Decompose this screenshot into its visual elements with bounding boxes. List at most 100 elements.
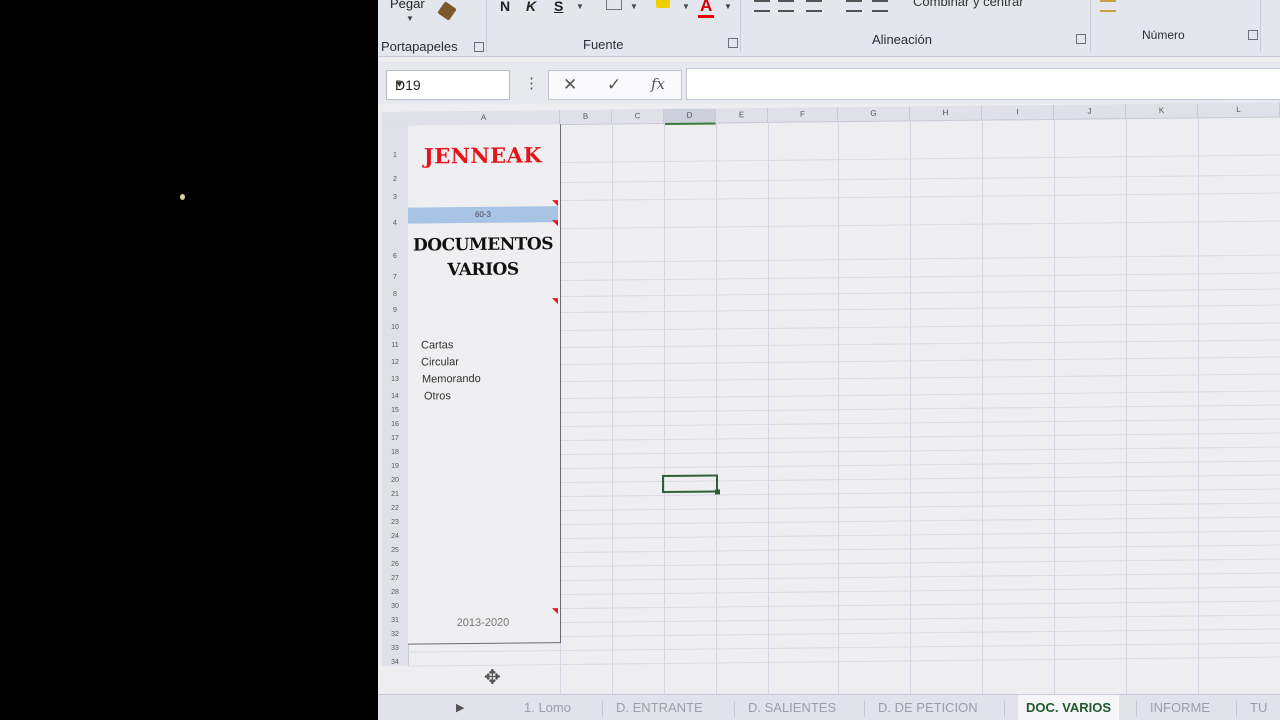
row-header-16[interactable]: 16 <box>382 413 409 428</box>
decrease-indent-icon[interactable] <box>846 0 862 12</box>
column-header-b[interactable]: B <box>560 109 612 126</box>
row-header-33[interactable]: 33 <box>382 637 409 652</box>
format-painter-icon[interactable] <box>437 1 457 21</box>
excel-window: Pegar ▼ N K S ▼ ▼ ▼ A ▼ Combinar y centr… <box>378 0 1280 720</box>
row-header-13[interactable]: 13 <box>382 365 409 383</box>
bold-button[interactable]: N <box>500 0 510 14</box>
row-header-6[interactable]: 6 <box>382 229 409 264</box>
row-header-8[interactable]: 8 <box>382 281 409 298</box>
align-center-icon[interactable] <box>778 0 794 12</box>
borders-dropdown-icon[interactable]: ▼ <box>630 2 638 11</box>
comment-indicator-icon[interactable] <box>552 220 558 227</box>
column-header-h[interactable]: H <box>910 105 982 122</box>
insert-function-icon[interactable]: fx <box>651 75 665 93</box>
cancel-icon[interactable]: ✕ <box>563 75 577 95</box>
document-title-line2: VARIOS <box>447 259 519 281</box>
column-header-g[interactable]: G <box>838 106 910 123</box>
row-header-24[interactable]: 24 <box>382 525 409 540</box>
row-header-34[interactable]: 34 <box>382 651 409 666</box>
row-header-26[interactable]: 26 <box>382 553 409 568</box>
paste-button[interactable]: Pegar <box>390 0 425 11</box>
row-header-14[interactable]: 14 <box>382 382 409 400</box>
font-color-button[interactable]: A <box>697 0 715 18</box>
column-header-k[interactable]: K <box>1126 103 1198 120</box>
clipboard-launcher-icon[interactable] <box>474 42 484 52</box>
formula-input[interactable] <box>686 68 1280 100</box>
sheet-tab-d-salientes[interactable]: D. SALIENTES <box>748 700 836 715</box>
align-right-icon[interactable] <box>806 0 822 12</box>
column-gridline <box>1054 118 1055 699</box>
row-header-32[interactable]: 32 <box>382 623 409 638</box>
column-header-i[interactable]: I <box>982 104 1054 121</box>
fill-dropdown-icon[interactable]: ▼ <box>682 2 690 11</box>
row-header-9[interactable]: 9 <box>382 297 409 314</box>
scroll-tabs-right-icon[interactable]: ▶ <box>456 701 464 714</box>
worksheet-grid[interactable]: ABCDEFGHIJKL 1 2 3 4 6 7 8 9 10 11 12 13 14 15 16 17 18 1… <box>378 97 1280 706</box>
italic-button[interactable]: K <box>526 0 536 14</box>
row-header-19[interactable]: 19 <box>382 455 409 470</box>
row-header-27[interactable]: 27 <box>382 567 409 582</box>
column-header-l[interactable]: L <box>1198 102 1280 119</box>
underline-dropdown-icon[interactable]: ▼ <box>576 2 584 11</box>
active-cell-d19[interactable] <box>662 474 718 494</box>
font-color-dropdown-icon[interactable]: ▼ <box>724 2 732 11</box>
sheet-tab-doc-varios[interactable]: DOC. VARIOS <box>1018 695 1119 720</box>
tab-separator <box>602 701 603 717</box>
name-box[interactable]: D19 ▼ <box>386 70 510 100</box>
sheet-tab-tu[interactable]: TU <box>1250 700 1267 715</box>
row-header-10[interactable]: 10 <box>382 313 409 332</box>
sheet-tab-informe[interactable]: INFORME <box>1150 700 1210 715</box>
row-header-25[interactable]: 25 <box>382 539 409 554</box>
paste-dropdown-icon[interactable]: ▼ <box>406 14 414 23</box>
list-item: Otros <box>424 390 451 403</box>
increase-indent-icon[interactable] <box>872 0 888 12</box>
group-label-font: Fuente <box>583 37 624 52</box>
name-box-dropdown-icon[interactable]: ▼ <box>395 79 503 89</box>
row-header-4[interactable]: 4 <box>382 201 409 230</box>
column-header-e[interactable]: E <box>716 107 768 124</box>
row-header-15[interactable]: 15 <box>382 399 409 414</box>
fill-color-icon[interactable] <box>656 0 670 8</box>
comment-indicator-icon[interactable] <box>552 608 558 615</box>
row-header-11[interactable]: 11 <box>382 331 409 349</box>
row-header-3[interactable]: 3 <box>382 183 409 202</box>
sheet-tab-1-lomo[interactable]: 1. Lomo <box>524 700 571 715</box>
merge-center-button[interactable]: Combinar y centrar <box>913 0 1024 9</box>
row-header-17[interactable]: 17 <box>382 427 409 442</box>
alignment-launcher-icon[interactable] <box>1076 34 1086 44</box>
column-header-d[interactable]: D <box>664 108 716 126</box>
row-header-1[interactable]: 1 <box>382 125 409 164</box>
column-gridline <box>838 121 839 702</box>
row-header-2[interactable]: 2 <box>382 163 409 184</box>
column-header-c[interactable]: C <box>612 109 664 125</box>
borders-icon[interactable] <box>606 0 622 10</box>
tab-separator <box>1136 701 1137 717</box>
align-left-icon[interactable] <box>754 0 770 12</box>
row-gridline <box>408 642 1280 653</box>
row-header-7[interactable]: 7 <box>382 263 409 282</box>
column-header-f[interactable]: F <box>768 107 838 123</box>
row-header-18[interactable]: 18 <box>382 441 409 456</box>
more-options-icon[interactable]: ⋮ <box>524 74 539 92</box>
comment-indicator-icon[interactable] <box>552 298 558 305</box>
row-header-30[interactable]: 30 <box>382 595 409 610</box>
sheet-tab-d-de-peticion[interactable]: D. DE PETICION <box>878 700 978 715</box>
group-separator <box>1260 0 1261 52</box>
row-header-31[interactable]: 31 <box>382 609 409 624</box>
row-header-21[interactable]: 21 <box>382 483 409 498</box>
comment-indicator-icon[interactable] <box>552 200 558 207</box>
column-header-j[interactable]: J <box>1054 104 1126 120</box>
number-format-icon[interactable] <box>1100 0 1116 12</box>
row-header-23[interactable]: 23 <box>382 511 409 526</box>
row-header-20[interactable]: 20 <box>382 469 409 484</box>
row-header-22[interactable]: 22 <box>382 497 409 512</box>
document-title-line1: DOCUMENTOS <box>413 234 553 256</box>
underline-button[interactable]: S <box>554 0 563 14</box>
select-all-corner[interactable] <box>382 111 409 127</box>
font-launcher-icon[interactable] <box>728 38 738 48</box>
row-header-12[interactable]: 12 <box>382 348 409 366</box>
row-header-28[interactable]: 28 <box>382 581 409 596</box>
enter-icon[interactable]: ✓ <box>607 75 621 95</box>
sheet-tab-d-entrante[interactable]: D. ENTRANTE <box>616 700 703 715</box>
number-launcher-icon[interactable] <box>1248 30 1258 40</box>
